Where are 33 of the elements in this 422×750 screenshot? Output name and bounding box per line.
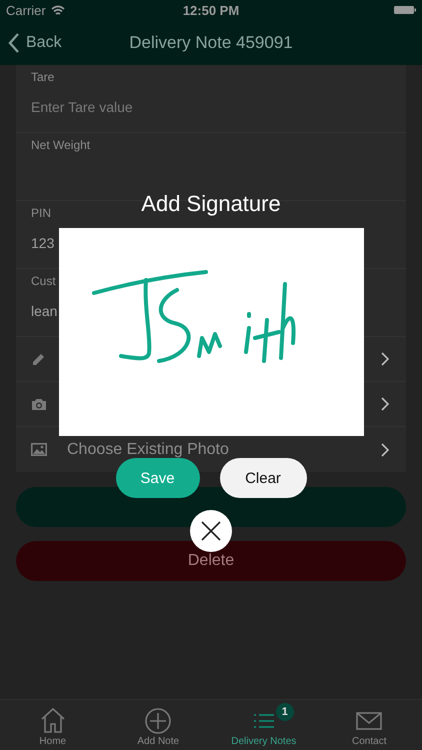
field-label: Net Weight — [31, 137, 90, 153]
input-field[interactable]: 123 — [31, 232, 74, 254]
save-button[interactable]: Save — [116, 458, 200, 498]
chevron-right-icon — [381, 397, 389, 411]
tab-item[interactable]: Add Note — [106, 700, 211, 750]
chevron-left-icon — [8, 32, 20, 52]
camera-icon — [31, 396, 47, 412]
tab-item[interactable]: Contact — [316, 700, 422, 750]
carrier-name: Carrier — [6, 2, 46, 18]
input-field[interactable]: Enter Tare value — [31, 96, 179, 118]
field-label: Cust — [31, 273, 56, 289]
image-icon — [31, 442, 47, 457]
count-badge: 1 — [276, 703, 294, 721]
wifi-icon — [50, 4, 65, 16]
signature-dialog[interactable] — [58, 228, 364, 436]
tab-item[interactable]: Home — [0, 700, 106, 750]
close-icon — [200, 520, 222, 542]
chevron-right-icon — [381, 442, 389, 456]
clear-button[interactable]: Clear — [220, 458, 306, 498]
delete-button[interactable]: Delete — [16, 541, 406, 581]
add-icon — [144, 707, 172, 735]
dialog-title: Add Signature — [141, 190, 281, 218]
battery-icon — [394, 5, 416, 15]
screen-title: Delivery Note 459091 — [129, 32, 293, 52]
status-time: 12:50 PM — [182, 2, 240, 18]
field-label: Tare — [31, 69, 54, 85]
field-label: PIN — [31, 205, 52, 221]
tab-item[interactable]: 1 Delivery Notes — [211, 700, 316, 750]
house-icon — [38, 707, 67, 735]
chevron-right-icon — [381, 352, 389, 366]
input-field[interactable]: lean — [31, 300, 82, 322]
back-button[interactable]: Back — [0, 32, 70, 52]
pencil-icon — [31, 352, 47, 366]
